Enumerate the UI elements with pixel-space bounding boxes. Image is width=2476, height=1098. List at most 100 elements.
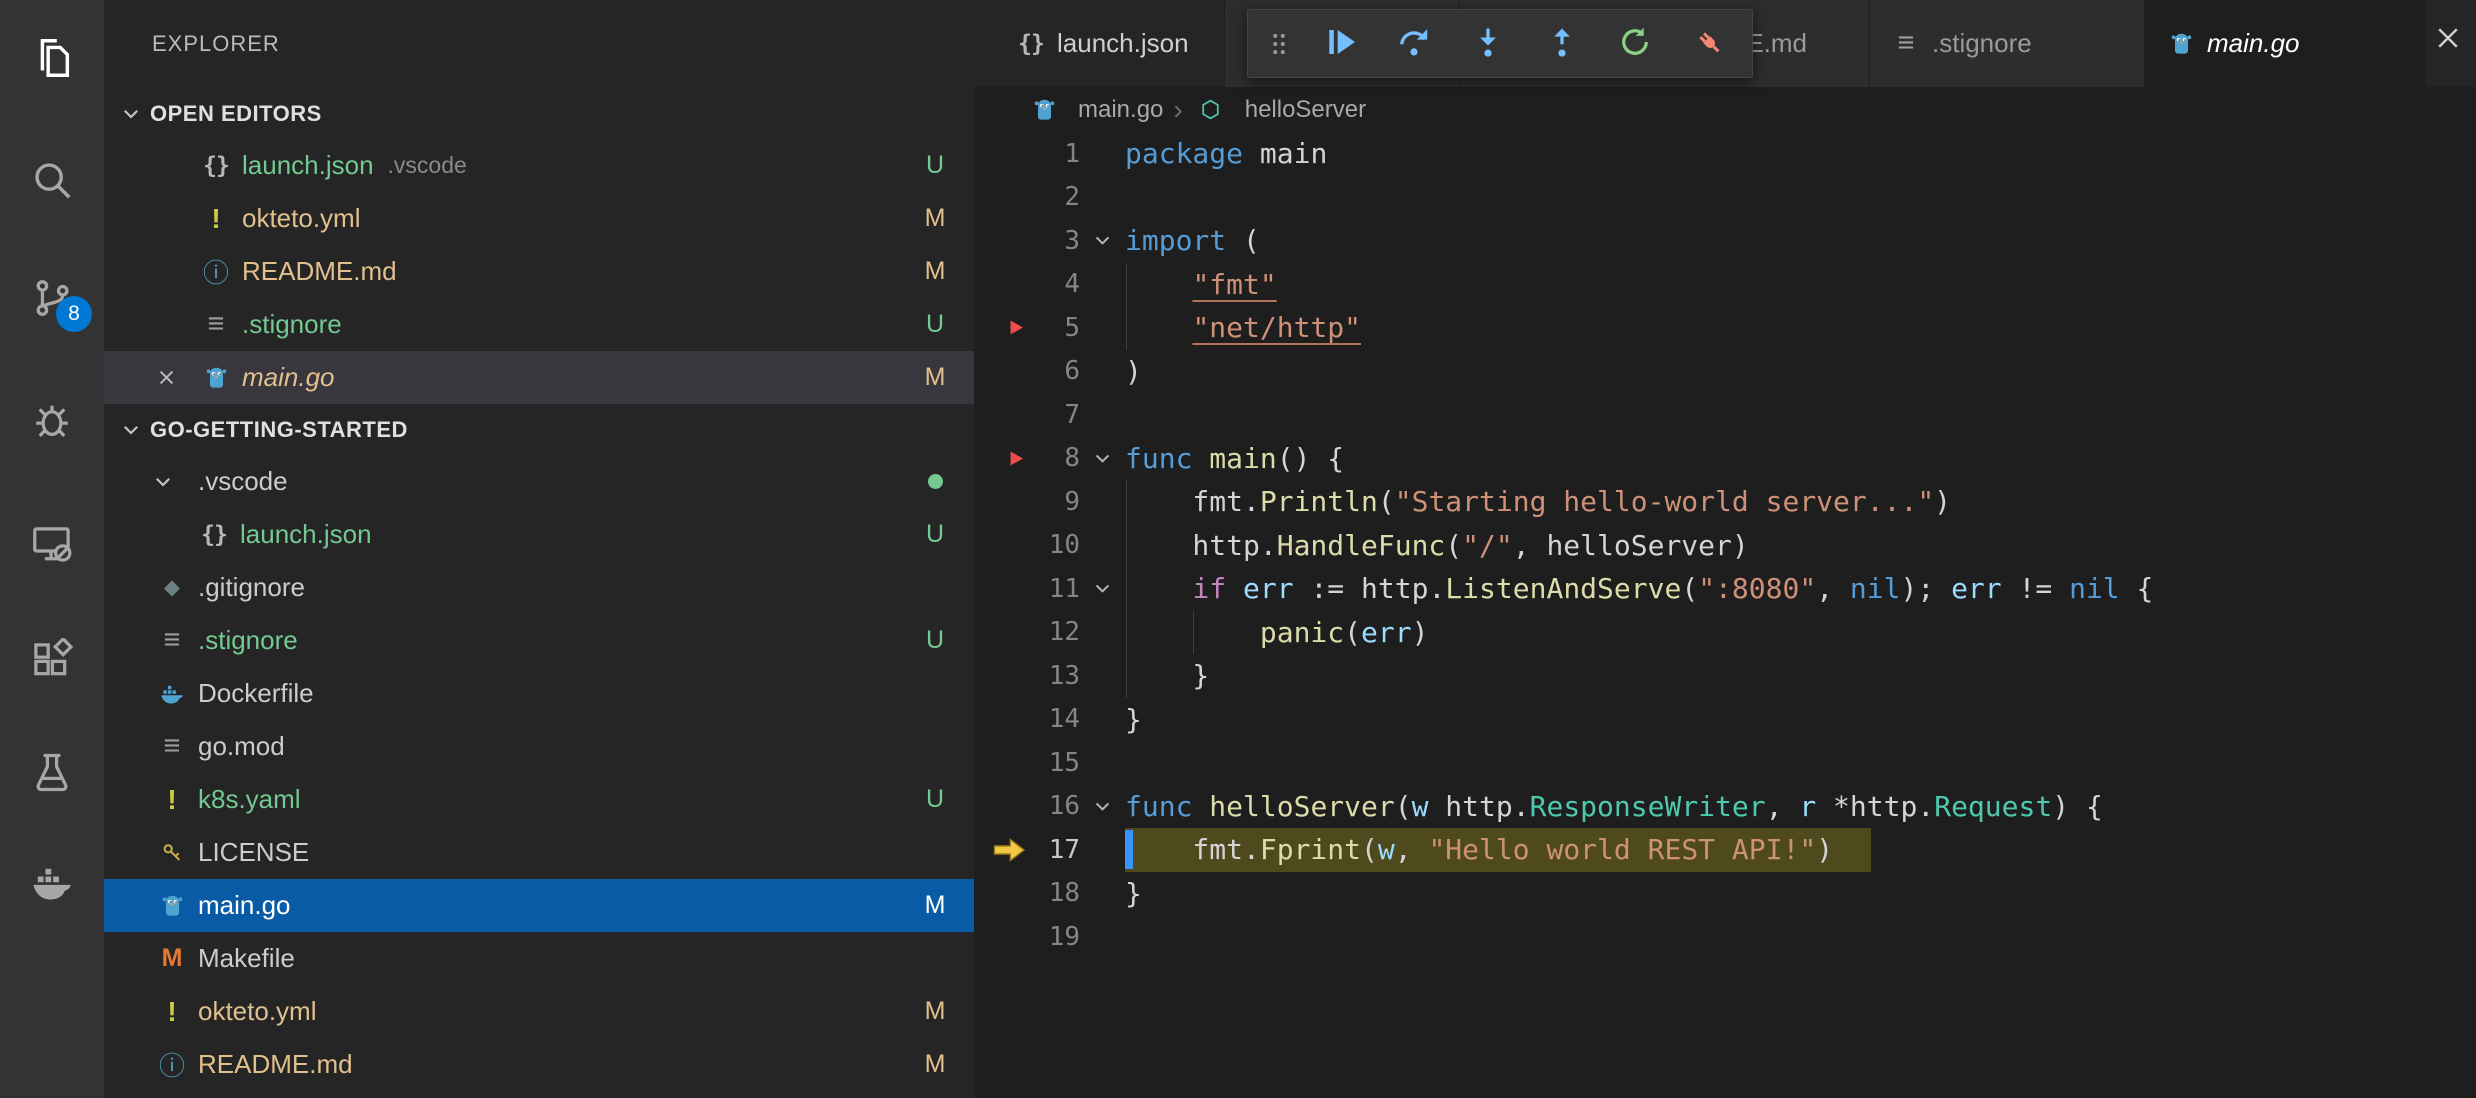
debug-step-into-button[interactable] [1457, 14, 1519, 74]
tree-item-go-mod[interactable]: ≡go.mod [104, 720, 974, 773]
activity-bar-search[interactable] [29, 159, 75, 205]
open-editor-okteto-yml[interactable]: !okteto.ymlM [104, 192, 974, 245]
code-line-3: 3import ( [974, 219, 2476, 263]
tree-item-stignore[interactable]: ≡.stignoreU [104, 614, 974, 667]
debug-step-out-button[interactable] [1531, 14, 1593, 74]
fold-chevron-icon[interactable] [1080, 230, 1125, 251]
breakpoint-margin[interactable] [974, 480, 1030, 524]
breakpoint-margin[interactable] [974, 654, 1030, 698]
line-number: 4 [1030, 269, 1080, 299]
breakpoint-margin[interactable] [974, 567, 1030, 611]
breakpoint-margin[interactable] [974, 219, 1030, 263]
tab-main-go[interactable]: main.go [2145, 0, 2425, 87]
breakpoint-margin[interactable] [974, 698, 1030, 742]
folder-vscode[interactable]: .vscode [104, 455, 974, 508]
code-text[interactable]: "fmt" [1125, 268, 1277, 301]
close-icon[interactable] [2434, 24, 2462, 55]
breadcrumb-label: helloServer [1245, 96, 1366, 124]
breakpoint-margin[interactable] [974, 132, 1030, 176]
code-text[interactable]: } [1125, 877, 1142, 910]
activity-bar-remote[interactable] [29, 522, 75, 568]
open-editor-readme-md[interactable]: ⓘREADME.mdM [104, 245, 974, 298]
code-text[interactable]: func main() { [1125, 442, 1344, 475]
code-text[interactable]: package main [1125, 137, 1327, 170]
line-number: 17 [1030, 835, 1080, 865]
debug-continue-button[interactable] [1310, 14, 1372, 74]
tree-item-gitignore[interactable]: ◆.gitignore [104, 561, 974, 614]
activity-bar-test[interactable] [29, 751, 75, 797]
activity-bar-extensions[interactable] [29, 640, 75, 686]
line-number: 13 [1030, 661, 1080, 691]
code-text[interactable]: import ( [1125, 224, 1260, 257]
tree-item-license[interactable]: LICENSE [104, 826, 974, 879]
breadcrumb-item-helloserver[interactable]: helloServer [1193, 92, 1366, 128]
breakpoint-margin[interactable] [974, 350, 1030, 394]
tree-item-main-go[interactable]: main.goM [104, 879, 974, 932]
breakpoint-margin[interactable] [974, 872, 1030, 916]
line-number: 16 [1030, 791, 1080, 821]
code-text[interactable]: } [1125, 659, 1209, 692]
debug-disconnect-button[interactable] [1678, 14, 1740, 74]
breakpoint-icon[interactable] [974, 437, 1030, 481]
tree-item-k8s-yaml[interactable]: !k8s.yamlU [104, 773, 974, 826]
breakpoint-margin[interactable] [974, 741, 1030, 785]
activity-bar-docker[interactable] [29, 862, 75, 908]
tree-item-makefile[interactable]: MMakefile [104, 932, 974, 985]
fold-chevron-icon[interactable] [1080, 448, 1125, 469]
tree-item-readme-md[interactable]: ⓘREADME.mdM [104, 1038, 974, 1091]
breadcrumb-item-main-go[interactable]: main.go [1026, 92, 1163, 128]
breakpoint-margin[interactable] [974, 263, 1030, 307]
code-text[interactable]: http.HandleFunc("/", helloServer) [1125, 529, 1749, 562]
code-text[interactable]: } [1125, 703, 1142, 736]
debug-restart-button[interactable] [1604, 14, 1666, 74]
breakpoint-margin[interactable] [974, 524, 1030, 568]
list-file-icon: ≡ [1888, 26, 1924, 62]
file-name: Makefile [198, 943, 295, 974]
activity-bar-explorer[interactable] [29, 37, 75, 83]
breakpoint-margin[interactable] [974, 611, 1030, 655]
project-root-header[interactable]: GO-GETTING-STARTED [104, 404, 974, 455]
file-name: launch.json [242, 150, 374, 181]
breakpoint-margin[interactable] [974, 915, 1030, 959]
activity-bar-debug[interactable] [29, 399, 75, 445]
code-text[interactable]: func helloServer(w http.ResponseWriter, … [1125, 790, 2103, 823]
file-name: LICENSE [198, 837, 309, 868]
open-editor-stignore[interactable]: ≡.stignoreU [104, 298, 974, 351]
line-number: 9 [1030, 487, 1080, 517]
drag-handle-icon[interactable] [1260, 27, 1298, 61]
file-name: okteto.yml [242, 203, 361, 234]
code-line-17: 17 fmt.Fprint(w, "Hello world REST API!"… [974, 828, 2476, 872]
code-text[interactable]: ) [1125, 355, 1142, 388]
code-text[interactable]: "net/http" [1125, 311, 1361, 344]
open-editor-main-go[interactable]: main.goM [104, 351, 974, 404]
tree-item-okteto-yml[interactable]: !okteto.ymlM [104, 985, 974, 1038]
code-text[interactable]: fmt.Fprint(w, "Hello world REST API!") [1125, 833, 1833, 866]
open-editors-header[interactable]: OPEN EDITORS [104, 88, 974, 139]
debug-current-line-arrow-icon[interactable] [974, 828, 1030, 872]
code-line-5: 5 "net/http" [974, 306, 2476, 350]
code-text[interactable]: fmt.Println("Starting hello-world server… [1125, 485, 1951, 518]
tree-item-dockerfile[interactable]: Dockerfile [104, 667, 974, 720]
breakpoint-icon[interactable] [974, 306, 1030, 350]
breakpoint-margin[interactable] [974, 393, 1030, 437]
code-line-11: 11 if err := http.ListenAndServe(":8080"… [974, 567, 2476, 611]
code-text[interactable]: if err := http.ListenAndServe(":8080", n… [1125, 572, 2153, 605]
close-editor-icon[interactable] [156, 367, 198, 388]
fold-chevron-icon[interactable] [1080, 578, 1125, 599]
code-line-1: 1package main [974, 132, 2476, 176]
tab-stignore[interactable]: ≡.stignore [1870, 0, 2145, 87]
code-lines: 1package main23import (4 "fmt"5 "net/htt… [974, 132, 2476, 959]
tree-item-launch-json[interactable]: {}launch.jsonU [104, 508, 974, 561]
file-name: main.go [242, 362, 335, 393]
breakpoint-margin[interactable] [974, 176, 1030, 220]
breakpoint-margin[interactable] [974, 785, 1030, 829]
debug-step-over-button[interactable] [1383, 14, 1445, 74]
git-status-badge: U [912, 626, 958, 655]
open-editor-launch-json[interactable]: {}launch.json.vscodeU [104, 139, 974, 192]
tab-launch-json[interactable]: {}launch.json [995, 0, 1225, 87]
code-text[interactable]: panic(err) [1125, 616, 1428, 649]
line-number: 12 [1030, 617, 1080, 647]
fold-chevron-icon[interactable] [1080, 796, 1125, 817]
scm-count-badge: 8 [56, 296, 92, 332]
yaml-warning-icon: ! [198, 201, 234, 237]
